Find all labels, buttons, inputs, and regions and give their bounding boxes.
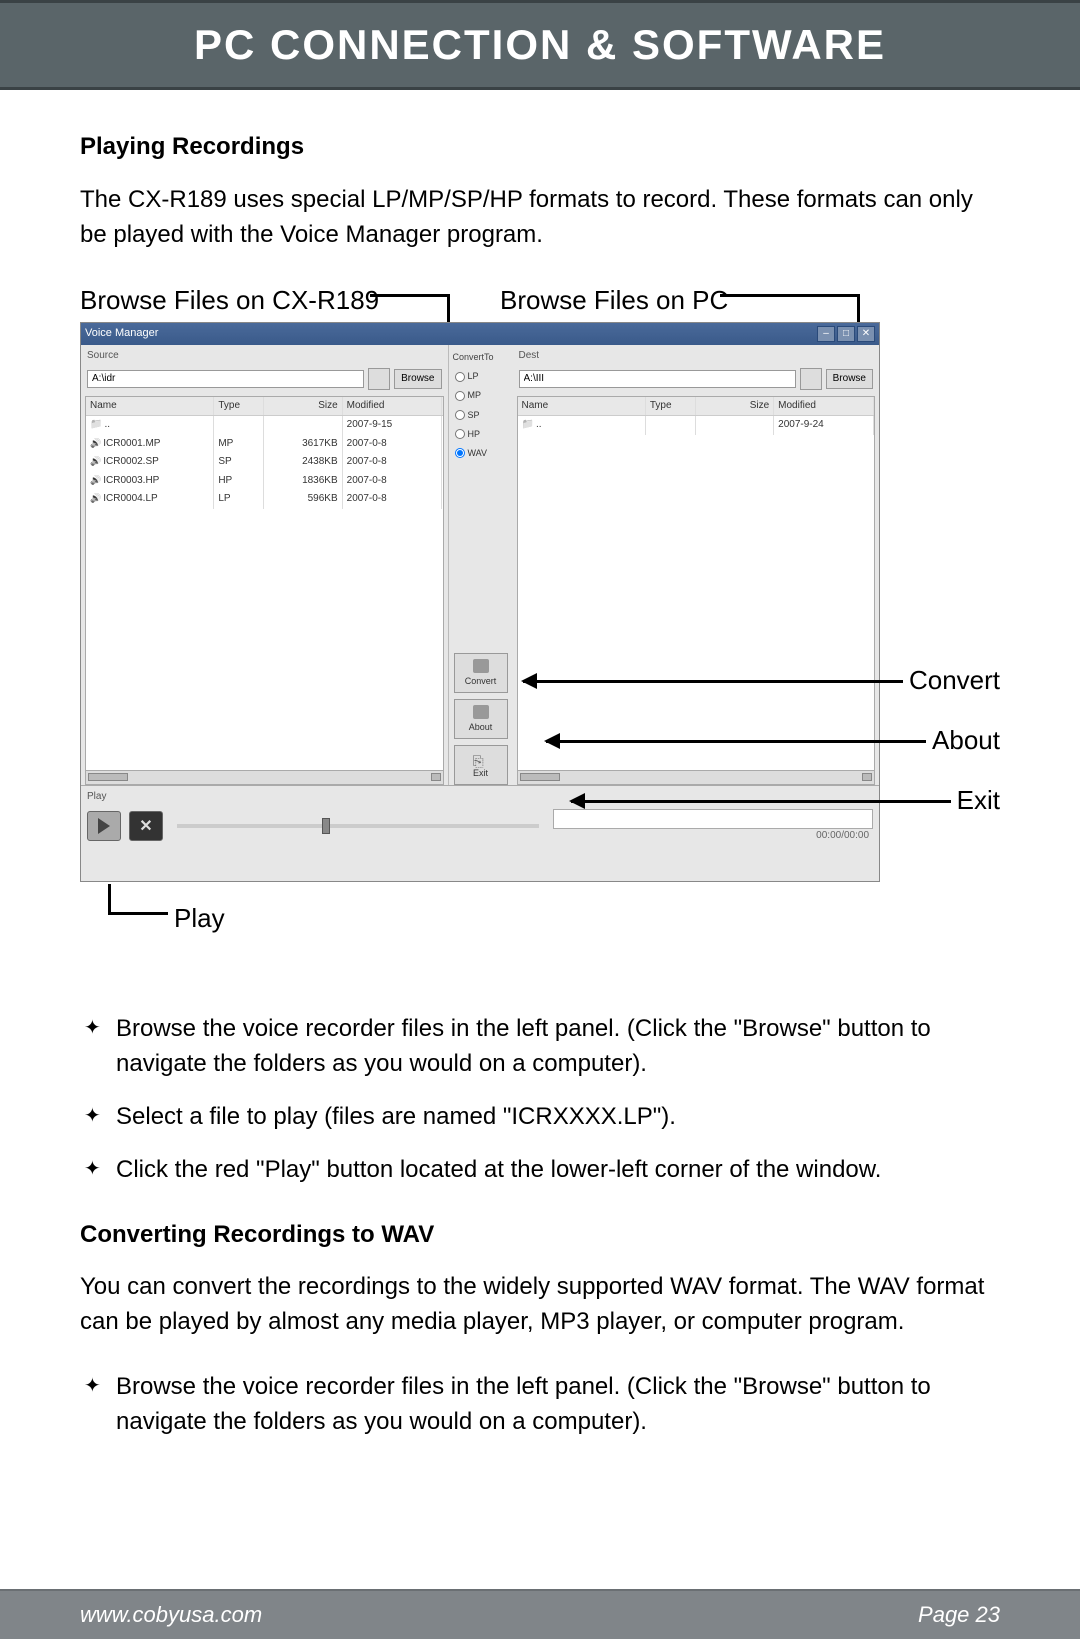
window-titlebar: Voice Manager – □ ✕ bbox=[81, 323, 879, 345]
convert-group-label: ConvertTo bbox=[449, 351, 494, 364]
exit-icon bbox=[473, 751, 489, 765]
section-convert-intro: You can convert the recordings to the wi… bbox=[80, 1270, 1000, 1340]
col-modified: Modified bbox=[774, 397, 874, 416]
callout-about-label: About bbox=[932, 722, 1000, 760]
list-item: Browse the voice recorder files in the l… bbox=[80, 1012, 1000, 1082]
page-footer: www.cobyusa.com Page 23 bbox=[0, 1589, 1080, 1639]
table-row[interactable]: ICR0003.HPHP1836KB2007-0-8 bbox=[86, 472, 443, 491]
window-maximize-button[interactable]: □ bbox=[837, 326, 855, 342]
voice-manager-figure: Browse Files on CX-R189 Browse Files on … bbox=[80, 282, 1000, 972]
callout-browse-pc: Browse Files on PC bbox=[500, 282, 728, 320]
callout-play-label: Play bbox=[174, 900, 225, 938]
section-playing-title: Playing Recordings bbox=[80, 130, 1000, 165]
table-row[interactable]: ICR0001.MPMP3617KB2007-0-8 bbox=[86, 435, 443, 454]
section-playing-intro: The CX-R189 uses special LP/MP/SP/HP for… bbox=[80, 183, 1000, 253]
left-scrollbar[interactable] bbox=[85, 771, 444, 785]
table-row[interactable]: ICR0004.LPLP596KB2007-0-8 bbox=[86, 490, 443, 509]
about-button-label: About bbox=[469, 721, 493, 734]
convert-steps-list: Browse the voice recorder files in the l… bbox=[80, 1370, 1000, 1440]
convert-option-mp[interactable]: MP bbox=[449, 389, 513, 402]
play-button[interactable] bbox=[87, 811, 121, 841]
col-name: Name bbox=[86, 397, 214, 416]
callout-about: About bbox=[546, 722, 1000, 760]
convert-option-hp[interactable]: HP bbox=[449, 428, 513, 441]
callout-play: Play bbox=[108, 884, 248, 934]
window-minimize-button[interactable]: – bbox=[817, 326, 835, 342]
list-item: Click the red "Play" button located at t… bbox=[80, 1153, 1000, 1188]
callout-browse-device: Browse Files on CX-R189 bbox=[80, 282, 379, 320]
footer-url: www.cobyusa.com bbox=[80, 1602, 262, 1628]
col-type: Type bbox=[214, 397, 264, 416]
table-row[interactable]: ..2007-9-15 bbox=[86, 416, 443, 435]
convert-icon bbox=[473, 659, 489, 673]
list-item: Browse the voice recorder files in the l… bbox=[80, 1370, 1000, 1440]
col-name: Name bbox=[518, 397, 646, 416]
col-size: Size bbox=[264, 397, 342, 416]
convert-button[interactable]: Convert bbox=[454, 653, 508, 693]
page-title: PC CONNECTION & SOFTWARE bbox=[194, 21, 886, 69]
right-browse-button[interactable]: Browse bbox=[826, 369, 873, 389]
right-up-folder-button[interactable] bbox=[800, 368, 822, 390]
exit-button[interactable]: Exit bbox=[454, 745, 508, 785]
convert-option-sp[interactable]: SP bbox=[449, 409, 513, 422]
page-header: PC CONNECTION & SOFTWARE bbox=[0, 0, 1080, 90]
footer-page: Page 23 bbox=[918, 1602, 1000, 1628]
callout-exit-label: Exit bbox=[957, 782, 1000, 820]
table-row[interactable]: ICR0002.SPSP2438KB2007-0-8 bbox=[86, 453, 443, 472]
left-file-list[interactable]: Name Type Size Modified ..2007-9-15ICR00… bbox=[85, 396, 444, 772]
callout-convert-label: Convert bbox=[909, 662, 1000, 700]
window-close-button[interactable]: ✕ bbox=[857, 326, 875, 342]
stop-button[interactable] bbox=[129, 811, 163, 841]
content-area: Playing Recordings The CX-R189 uses spec… bbox=[0, 90, 1080, 1589]
convert-options-column: ConvertTo LP MP SP HP WAV Convert About bbox=[449, 345, 513, 785]
callout-convert: Convert bbox=[523, 662, 1000, 700]
right-path-input[interactable] bbox=[519, 370, 796, 388]
about-button[interactable]: About bbox=[454, 699, 508, 739]
left-up-folder-button[interactable] bbox=[368, 368, 390, 390]
time-readout: 00:00/00:00 bbox=[553, 829, 873, 844]
exit-button-label: Exit bbox=[473, 767, 488, 780]
pc-file-panel: Dest Browse Name Type Size Modified bbox=[513, 345, 880, 785]
convert-option-wav[interactable]: WAV bbox=[449, 447, 513, 460]
list-item: Select a file to play (files are named "… bbox=[80, 1100, 1000, 1135]
right-file-list[interactable]: Name Type Size Modified ..2007-9-24 bbox=[517, 396, 876, 772]
playing-steps-list: Browse the voice recorder files in the l… bbox=[80, 1012, 1000, 1187]
table-row[interactable]: ..2007-9-24 bbox=[518, 416, 875, 435]
left-browse-button[interactable]: Browse bbox=[394, 369, 441, 389]
left-source-label: Source bbox=[81, 345, 448, 366]
callout-exit: Exit bbox=[571, 782, 1000, 820]
convert-button-label: Convert bbox=[465, 675, 497, 688]
seek-slider[interactable] bbox=[177, 824, 539, 828]
device-file-panel: Source Browse Name Type Size Modified bbox=[81, 345, 449, 785]
right-source-label: Dest bbox=[513, 345, 880, 366]
col-size: Size bbox=[696, 397, 774, 416]
convert-option-lp[interactable]: LP bbox=[449, 370, 513, 383]
section-convert-title: Converting Recordings to WAV bbox=[80, 1218, 1000, 1253]
window-title: Voice Manager bbox=[85, 326, 158, 342]
col-type: Type bbox=[646, 397, 696, 416]
col-modified: Modified bbox=[343, 397, 443, 416]
left-path-input[interactable] bbox=[87, 370, 364, 388]
about-icon bbox=[473, 705, 489, 719]
